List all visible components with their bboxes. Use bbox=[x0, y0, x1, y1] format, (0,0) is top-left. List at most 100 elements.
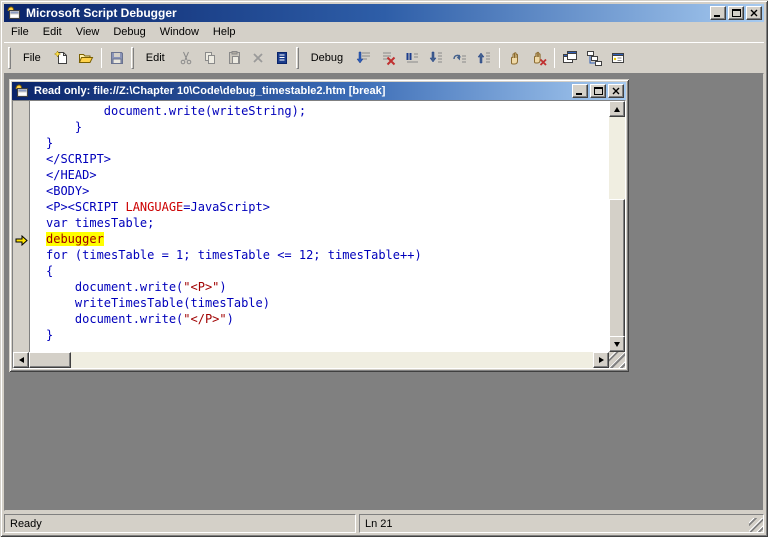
minimize-icon bbox=[714, 10, 722, 17]
toolbar-edit-button[interactable]: Edit bbox=[137, 46, 174, 70]
left-arrow-icon bbox=[19, 357, 24, 363]
menu-item-view[interactable]: View bbox=[69, 24, 107, 40]
paste-icon bbox=[226, 50, 242, 66]
toolbar-gripper[interactable] bbox=[296, 47, 299, 69]
running-documents-button[interactable] bbox=[558, 46, 582, 70]
new-document-button[interactable] bbox=[50, 46, 74, 70]
code-editor[interactable]: document.write(writeString); }}</SCRIPT>… bbox=[31, 101, 609, 352]
step-over-icon bbox=[452, 50, 468, 66]
break-icon bbox=[404, 50, 420, 66]
code-line: </HEAD> bbox=[46, 167, 609, 183]
close-icon bbox=[612, 87, 620, 95]
menubar: File Edit View Debug Window Help bbox=[4, 23, 764, 41]
clear-all-breakpoints-button[interactable] bbox=[527, 46, 551, 70]
toolbar-separator bbox=[101, 48, 102, 68]
scroll-up-button[interactable] bbox=[609, 101, 625, 117]
horizontal-scroll-thumb[interactable] bbox=[29, 352, 71, 368]
line-indicator: Ln 21 bbox=[365, 518, 393, 530]
code-line: document.write("</P>") bbox=[46, 311, 609, 327]
close-icon bbox=[750, 9, 758, 17]
run-button[interactable] bbox=[352, 46, 376, 70]
running-documents-icon bbox=[562, 50, 578, 66]
delete-button[interactable] bbox=[246, 46, 270, 70]
toolbar-gripper[interactable] bbox=[131, 47, 134, 69]
menu-item-file[interactable]: File bbox=[4, 24, 36, 40]
stop-debugging-icon bbox=[380, 50, 396, 66]
minimize-button[interactable] bbox=[710, 6, 726, 20]
cut-button[interactable] bbox=[174, 46, 198, 70]
scroll-left-button[interactable] bbox=[13, 352, 29, 368]
run-icon bbox=[356, 50, 372, 66]
save-button[interactable] bbox=[105, 46, 129, 70]
menu-item-help[interactable]: Help bbox=[206, 24, 243, 40]
document-content: document.write(writeString); }}</SCRIPT>… bbox=[12, 100, 626, 369]
toolbar-separator bbox=[499, 48, 500, 68]
toolbar-debug-button[interactable]: Debug bbox=[302, 46, 352, 70]
close-button[interactable] bbox=[746, 6, 762, 20]
code-line: document.write("<P>") bbox=[46, 279, 609, 295]
breakpoint-gutter[interactable] bbox=[13, 101, 30, 352]
toggle-breakpoint-icon bbox=[507, 50, 523, 66]
window-resize-grip[interactable] bbox=[749, 518, 763, 532]
document-maximize-button[interactable] bbox=[590, 84, 606, 98]
window-title: Microsoft Script Debugger bbox=[26, 6, 708, 20]
toggle-breakpoint-button[interactable] bbox=[503, 46, 527, 70]
command-window-icon bbox=[610, 50, 626, 66]
code-line: document.write(writeString); bbox=[46, 103, 609, 119]
document-resize-grip[interactable] bbox=[609, 352, 625, 368]
call-stack-icon bbox=[586, 50, 602, 66]
code-line: </SCRIPT> bbox=[46, 151, 609, 167]
script-debugger-icon bbox=[6, 5, 22, 21]
down-arrow-icon bbox=[614, 342, 620, 347]
paste-button[interactable] bbox=[222, 46, 246, 70]
code-line: <P><SCRIPT LANGUAGE=JavaScript> bbox=[46, 199, 609, 215]
step-into-button[interactable] bbox=[424, 46, 448, 70]
menu-item-edit[interactable]: Edit bbox=[36, 24, 69, 40]
maximize-icon bbox=[732, 9, 741, 17]
step-over-button[interactable] bbox=[448, 46, 472, 70]
cut-icon bbox=[178, 50, 194, 66]
horizontal-scrollbar[interactable] bbox=[13, 352, 609, 368]
line-number-panel: Ln 21 bbox=[359, 514, 764, 533]
copy-icon bbox=[202, 50, 218, 66]
code-line: var timesTable; bbox=[46, 215, 609, 231]
open-file-button[interactable] bbox=[74, 46, 98, 70]
delete-icon bbox=[250, 50, 266, 66]
vertical-scroll-thumb[interactable] bbox=[609, 199, 625, 339]
toolbar-gripper[interactable] bbox=[8, 47, 11, 69]
code-line: { bbox=[46, 263, 609, 279]
scroll-down-button[interactable] bbox=[609, 336, 625, 352]
call-stack-button[interactable] bbox=[582, 46, 606, 70]
document-title: Read only: file://Z:\Chapter 10\Code\deb… bbox=[34, 85, 570, 97]
code-line: } bbox=[46, 135, 609, 151]
script-document-icon bbox=[14, 83, 30, 99]
document-titlebar[interactable]: Read only: file://Z:\Chapter 10\Code\deb… bbox=[12, 82, 626, 100]
break-button[interactable] bbox=[400, 46, 424, 70]
maximize-icon bbox=[594, 87, 603, 95]
step-out-button[interactable] bbox=[472, 46, 496, 70]
clear-all-breakpoints-icon bbox=[531, 50, 547, 66]
statusbar: Ready Ln 21 bbox=[4, 511, 764, 533]
document-minimize-button[interactable] bbox=[572, 84, 588, 98]
main-window: Microsoft Script Debugger File Edit View… bbox=[0, 0, 768, 537]
minimize-icon bbox=[576, 88, 584, 95]
open-file-icon bbox=[78, 50, 94, 66]
save-icon bbox=[109, 50, 125, 66]
maximize-button[interactable] bbox=[728, 6, 744, 20]
script-outline-button[interactable] bbox=[270, 46, 294, 70]
current-statement-arrow-icon bbox=[15, 233, 28, 251]
menu-item-debug[interactable]: Debug bbox=[106, 24, 152, 40]
up-arrow-icon bbox=[614, 107, 620, 112]
vertical-scrollbar[interactable] bbox=[609, 101, 625, 352]
toolbar-file-button[interactable]: File bbox=[14, 46, 50, 70]
menu-item-window[interactable]: Window bbox=[153, 24, 206, 40]
stop-debugging-button[interactable] bbox=[376, 46, 400, 70]
document-close-button[interactable] bbox=[608, 84, 624, 98]
toolbar: File Edit bbox=[4, 42, 764, 72]
status-message: Ready bbox=[10, 518, 42, 530]
copy-button[interactable] bbox=[198, 46, 222, 70]
command-window-button[interactable] bbox=[606, 46, 630, 70]
scroll-right-button[interactable] bbox=[593, 352, 609, 368]
script-outline-icon bbox=[274, 50, 290, 66]
titlebar[interactable]: Microsoft Script Debugger bbox=[4, 4, 764, 22]
